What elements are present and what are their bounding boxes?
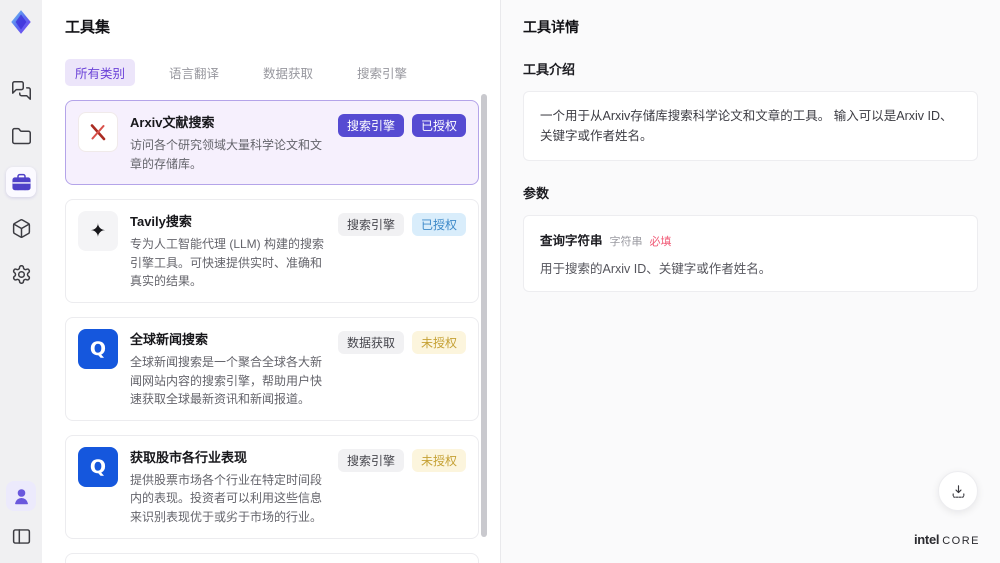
user-icon [14,488,28,504]
params-heading: 参数 [523,186,550,201]
core-wordmark: CORE [942,535,980,547]
param-required-flag: 必填 [649,236,672,248]
news-q-logo-icon: Q [78,328,118,369]
sidebar-item-packages[interactable] [6,213,36,243]
page-title: 工具集 [65,19,111,36]
category-badge: 数据获取 [337,330,404,354]
sidebar-item-account[interactable] [6,481,36,511]
app-logo-gem-icon[interactable] [8,9,34,35]
sidebar-item-collapse[interactable] [6,521,36,551]
tool-detail-pane: 工具详情 工具介绍 一个用于从Arxiv存储库搜索科学论文和文章的工具。 输入可… [500,0,1000,563]
tool-card-sector-performance[interactable]: Q 获取股市各行业表现 提供股票市场各个行业在特定时间段内的表现。投资者可以利用… [65,434,479,539]
download-button[interactable] [938,471,978,511]
tool-title: 获取股市各行业表现 [130,449,248,465]
auth-status-badge: 未授权 [411,448,466,472]
intro-text: 一个用于从Arxiv存储库搜索科学论文和文章的工具。 输入可以是Arxiv ID… [540,109,953,143]
param-description: 用于搜索的Arxiv ID、关键字或作者姓名。 [540,262,772,276]
tool-list-pane: 工具集 所有类别 语言翻译 数据获取 搜索引擎 Arxiv文献搜索 访问各个研究… [42,0,500,563]
cube-icon [12,218,30,238]
intro-heading: 工具介绍 [523,62,576,77]
scrollbar-thumb[interactable] [481,94,487,537]
tab-search-engine[interactable]: 搜索引擎 [347,59,417,86]
tool-title: Arxiv文献搜索 [130,115,215,130]
news-q-logo-icon: Q [78,446,118,487]
tool-description: 全球新闻搜索是一个聚合全球各大新闻网站内容的搜索引擎，帮助用户快速获取全球最新资… [130,354,323,407]
intel-wordmark: intel [913,532,940,547]
auth-status-badge: 已授权 [411,114,466,137]
tool-description: 专为人工智能代理 (LLM) 构建的搜索引擎工具。可快速提供实时、准确和真实的结… [130,237,325,289]
sidebar-item-settings[interactable] [6,259,36,289]
category-badge: 搜索引擎 [337,448,404,472]
tool-title: 全球新闻搜索 [130,331,209,347]
auth-status-badge: 未授权 [411,330,466,354]
tool-card-list: Arxiv文献搜索 访问各个研究领域大量科学论文和文章的存储库。 搜索引擎 已授… [65,100,479,563]
intel-core-logo: intel CORE [914,532,980,547]
param-name: 查询字符串 [540,234,603,248]
left-rail [0,0,42,563]
chat-icon [11,80,31,100]
tool-card-global-news[interactable]: Q 全球新闻搜索 全球新闻搜索是一个聚合全球各大新闻网站内容的搜索引擎，帮助用户… [65,316,479,421]
list-scrollbar[interactable] [481,90,487,557]
tab-data-fetch[interactable]: 数据获取 [253,59,323,86]
tool-card-tavily[interactable]: ✦ Tavily搜索 专为人工智能代理 (LLM) 构建的搜索引擎工具。可快速提… [65,199,479,303]
sidebar-item-chat[interactable] [6,75,36,105]
tab-all-categories[interactable]: 所有类别 [65,59,136,86]
detail-title: 工具详情 [523,19,579,35]
tool-card-most-active-stocks[interactable]: Q 获取市场最活跃股票信息 提供当天交易量最高的股票列表。投资者可以利用这些信息… [65,552,479,563]
arxiv-logo-icon [78,112,118,152]
tool-description: 访问各个研究领域大量科学论文和文章的存储库。 [130,138,323,171]
sidebar-item-files[interactable] [6,121,36,151]
category-tabs: 所有类别 语言翻译 数据获取 搜索引擎 [65,59,500,86]
tool-title: Tavily搜索 [130,214,192,230]
gear-icon [12,264,30,284]
category-badge: 搜索引擎 [337,213,404,237]
tab-translation[interactable]: 语言翻译 [159,59,229,86]
param-type: 字符串 [609,236,643,248]
auth-status-badge: 已授权 [411,213,466,237]
category-badge: 搜索引擎 [337,114,404,137]
folder-icon [11,127,31,144]
tool-card-arxiv[interactable]: Arxiv文献搜索 访问各个研究领域大量科学论文和文章的存储库。 搜索引擎 已授… [65,100,479,186]
sidebar-item-tools[interactable] [6,167,36,197]
intro-box: 一个用于从Arxiv存储库搜索科学论文和文章的工具。 输入可以是Arxiv ID… [523,91,978,161]
tool-description: 提供股票市场各个行业在特定时间段内的表现。投资者可以利用这些信息来识别表现优于或… [130,472,323,524]
panel-toggle-icon [12,528,30,544]
download-icon [952,484,964,498]
param-box: 查询字符串 字符串 必填 用于搜索的Arxiv ID、关键字或作者姓名。 [523,215,978,292]
tavily-logo-icon: ✦ [78,211,118,252]
briefcase-icon [11,173,31,190]
